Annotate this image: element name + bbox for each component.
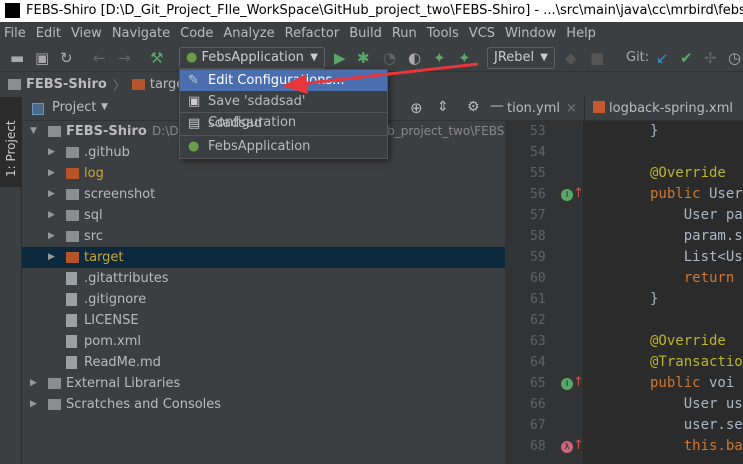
arrow-shaft (299, 62, 479, 86)
annotation-arrow (282, 62, 479, 94)
arrow-head (282, 74, 308, 94)
